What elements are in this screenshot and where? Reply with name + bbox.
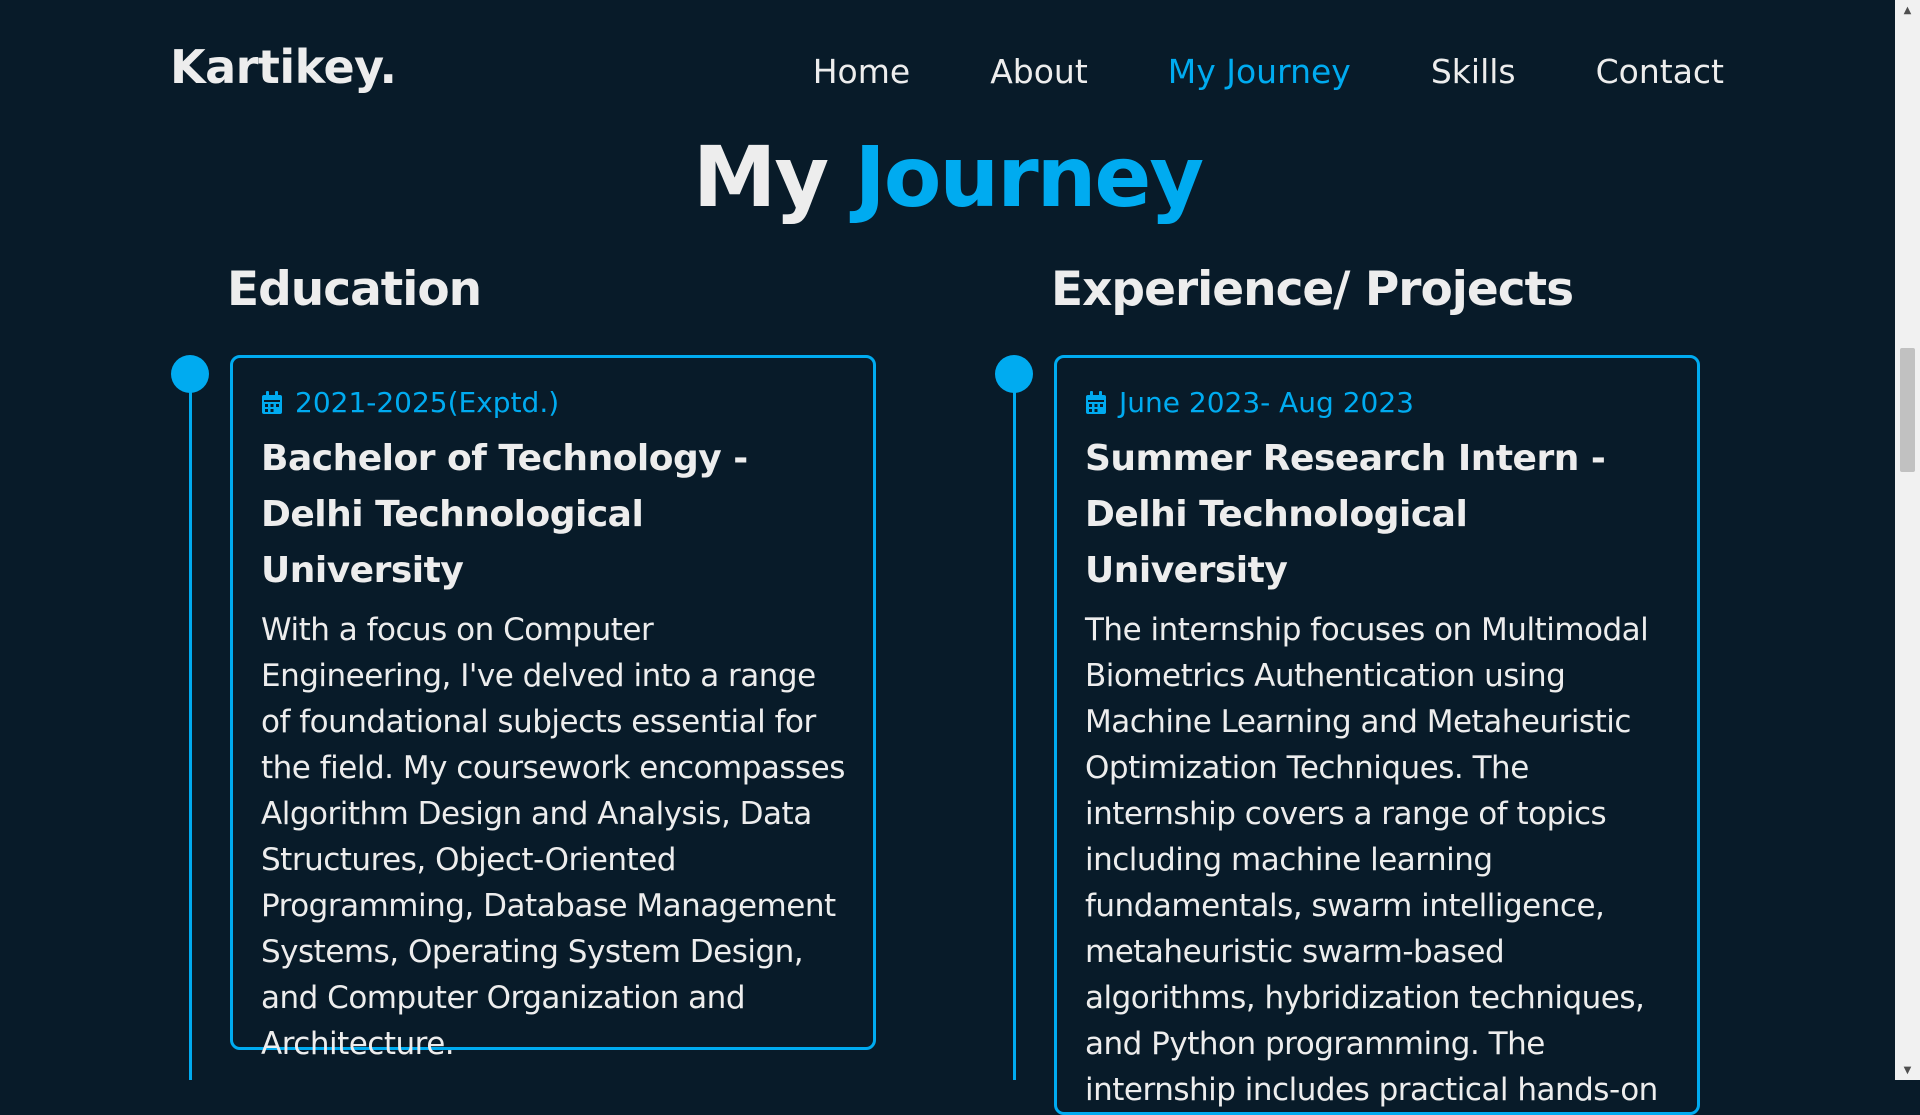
vertical-scrollbar[interactable]: ▲ ▼ [1895,0,1920,1080]
education-timeline-dot [171,355,209,393]
page-title: My Journey [0,128,1895,226]
scroll-thumb[interactable] [1900,348,1915,472]
experience-timeline-dot [995,355,1033,393]
education-card-description: With a focus on Computer Engineering, I'… [261,612,845,1062]
experience-heading: Experience/ Projects [1051,262,1574,317]
education-card-title: Bachelor of Technology - Delhi Technolog… [261,438,748,591]
brand-logo[interactable]: Kartikey. [170,40,397,94]
education-timeline-line [189,373,192,1080]
scroll-up-arrow-icon[interactable]: ▲ [1895,0,1920,20]
main-nav: Home About My Journey Skills Contact [813,52,1724,91]
page-title-word-1: My [692,128,829,226]
nav-contact[interactable]: Contact [1596,52,1724,91]
education-heading: Education [227,262,482,317]
experience-card-date: June 2023- Aug 2023 [1085,386,1671,419]
education-card-date: 2021-2025(Exptd.) [261,386,847,419]
calendar-icon [1086,390,1106,414]
nav-skills[interactable]: Skills [1431,52,1516,91]
page-title-word-2: Journey [854,128,1204,226]
experience-card: June 2023- Aug 2023 Summer Research Inte… [1054,355,1700,1115]
scroll-down-arrow-icon[interactable]: ▼ [1895,1060,1920,1080]
experience-date-text: June 2023- Aug 2023 [1119,386,1414,419]
nav-my-journey[interactable]: My Journey [1168,52,1351,91]
experience-card-title: Summer Research Intern - Delhi Technolog… [1085,438,1606,591]
experience-card-description: The internship focuses on Multimodal Bio… [1085,612,1658,1108]
calendar-icon [262,390,282,414]
nav-home[interactable]: Home [813,52,910,91]
experience-timeline-line [1013,373,1016,1080]
education-date-text: 2021-2025(Exptd.) [295,386,560,419]
nav-about[interactable]: About [990,52,1088,91]
education-card: 2021-2025(Exptd.) Bachelor of Technology… [230,355,876,1062]
